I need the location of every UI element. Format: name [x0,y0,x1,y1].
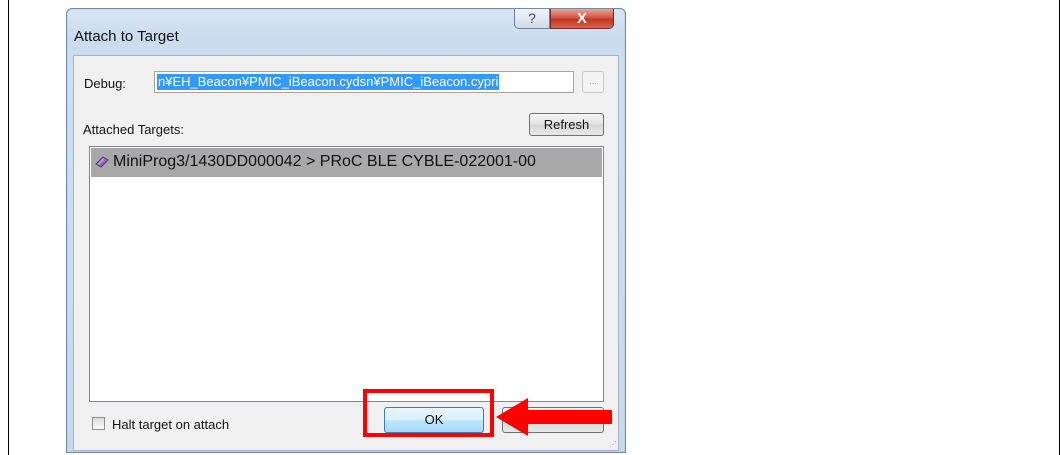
browse-button[interactable]: ... [582,71,604,93]
attach-to-target-dialog: Attach to Target ? X Debug: n¥EH_Beacon¥… [66,8,626,453]
target-label: MiniProg3/1430DD000042 > PRoC BLE CYBLE-… [113,153,536,170]
debug-path-value: n¥EH_Beacon¥PMIC_iBeacon.cydsn¥PMIC_iBea… [157,74,500,90]
close-button[interactable]: X [550,9,614,29]
chip-icon [95,156,109,168]
debug-path-field[interactable]: n¥EH_Beacon¥PMIC_iBeacon.cydsn¥PMIC_iBea… [154,71,574,93]
browse-label: ... [589,76,597,86]
halt-target-label: Halt target on attach [112,417,230,432]
halt-target-checkbox[interactable] [92,417,105,430]
list-item[interactable]: MiniProg3/1430DD000042 > PRoC BLE CYBLE-… [91,148,602,177]
help-icon: ? [528,10,536,26]
dialog-client-area: Debug: n¥EH_Beacon¥PMIC_iBeacon.cydsn¥PM… [73,55,619,451]
refresh-button[interactable]: Refresh [529,113,604,136]
dialog-title: Attach to Target [74,28,179,45]
red-arrow-annotation [496,398,612,436]
ok-highlight-box [363,389,494,437]
help-button[interactable]: ? [514,9,550,29]
attached-targets-list[interactable]: MiniProg3/1430DD000042 > PRoC BLE CYBLE-… [89,146,604,402]
close-icon: X [576,10,587,27]
debug-label: Debug: [84,76,126,91]
attached-targets-label: Attached Targets: [83,122,184,137]
resize-grip[interactable]: ⋰ [609,440,617,449]
